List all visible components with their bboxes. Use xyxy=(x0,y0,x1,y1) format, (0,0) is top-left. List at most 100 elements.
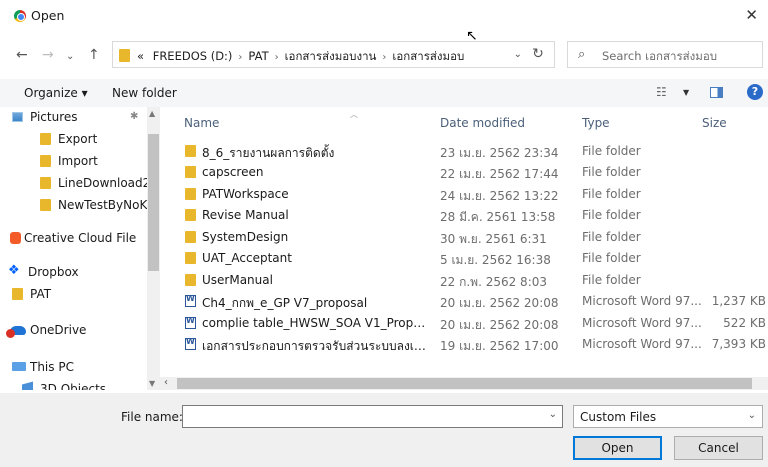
sidebar-item-label: Creative Cloud File xyxy=(24,231,137,245)
organize-button[interactable]: Organize ▾ xyxy=(24,86,88,100)
table-row[interactable]: 8_6_รายงานผลการติดตั้ง 23 เม.ย. 2562 23:… xyxy=(160,141,768,162)
sidebar-item-dropbox[interactable]: ❖ Dropbox xyxy=(0,262,147,283)
up-arrow-icon[interactable]: ↑ xyxy=(88,47,100,63)
refresh-icon[interactable]: ↻ xyxy=(523,41,553,68)
navigation-scrollbar[interactable]: ▲ ▼ xyxy=(147,107,160,390)
file-name: Ch4_กกพ_e_GP V7_proposal xyxy=(202,296,368,310)
file-size: 522 KB xyxy=(723,316,766,330)
table-row[interactable]: complie table_HWSW_SOA V1_Proposal 20 เม… xyxy=(160,313,768,334)
sidebar-item-pat[interactable]: PAT xyxy=(0,284,147,305)
chevron-down-icon[interactable]: ⌄ xyxy=(748,410,756,421)
chevron-down-icon[interactable]: ⌄ xyxy=(549,409,557,420)
pin-icon[interactable]: ✱ xyxy=(130,111,138,122)
file-type: File folder xyxy=(582,187,641,201)
sidebar-item-export[interactable]: Export xyxy=(0,129,147,150)
chevron-right-icon[interactable]: › xyxy=(238,52,242,63)
sidebar-item-import[interactable]: Import xyxy=(0,151,147,172)
folder-icon xyxy=(40,155,51,167)
computer-icon xyxy=(12,362,26,371)
sidebar-item-label: OneDrive xyxy=(30,323,87,337)
sidebar-item-label: Export xyxy=(58,132,98,146)
file-type: File folder xyxy=(582,165,641,179)
file-type-select[interactable]: Custom Files ⌄ xyxy=(573,405,763,428)
sidebar-item-onedrive[interactable]: OneDrive xyxy=(0,320,147,341)
folder-icon xyxy=(185,231,196,243)
file-type: Microsoft Word 97... xyxy=(582,294,702,308)
file-name: PATWorkspace xyxy=(202,187,289,201)
word-document-icon xyxy=(185,337,196,350)
address-bar[interactable]: « FREEDOS (D:) › PAT › เอกสารส่งมอบงาน › เอกสา… xyxy=(112,41,555,68)
close-icon[interactable]: ✕ xyxy=(745,6,758,24)
scroll-left-arrow-icon[interactable]: ‹ xyxy=(164,377,168,388)
scrollbar-thumb[interactable] xyxy=(177,378,752,389)
sidebar-item-3d-objects[interactable]: 3D Objects xyxy=(0,379,147,390)
view-dropdown-chevron-icon[interactable]: ▼ xyxy=(683,88,689,97)
table-row[interactable]: capscreen 22 เม.ย. 2562 17:44 File folde… xyxy=(160,162,768,183)
folder-icon xyxy=(185,188,196,200)
view-options-icon[interactable]: ☷ xyxy=(656,85,667,99)
breadcrumb-item-drive[interactable]: FREEDOS (D:) xyxy=(153,49,233,63)
column-header-name[interactable]: Name xyxy=(184,116,219,130)
breadcrumb-item-handover-docs[interactable]: เอกสารส่งมอบงาน xyxy=(285,49,377,63)
folder-icon xyxy=(185,252,196,264)
folder-icon xyxy=(40,177,51,189)
table-row[interactable]: UserManual 22 ก.พ. 2562 8:03 File folder xyxy=(160,270,768,291)
breadcrumb-item-current[interactable]: เอกสารส่งมอบ xyxy=(392,49,464,63)
file-name: Revise Manual xyxy=(202,208,289,222)
column-header-date-modified[interactable]: Date modified xyxy=(440,116,525,130)
table-row[interactable]: Revise Manual 28 มี.ค. 2561 13:58 File f… xyxy=(160,205,768,226)
folder-icon xyxy=(119,49,130,62)
sidebar-item-pictures[interactable]: Pictures ✱ xyxy=(0,107,147,128)
word-document-icon xyxy=(185,294,196,307)
file-date: 5 เม.ย. 2562 16:38 xyxy=(440,253,551,267)
column-header-type[interactable]: Type xyxy=(582,116,610,130)
horizontal-scrollbar[interactable]: ‹ xyxy=(160,377,768,390)
preview-pane-icon[interactable] xyxy=(710,87,723,98)
file-date: 20 เม.ย. 2562 20:08 xyxy=(440,318,559,332)
file-name: UAT_Acceptant xyxy=(202,251,292,265)
file-type: File folder xyxy=(582,208,641,222)
address-dropdown-chevron-icon[interactable]: ⌄ xyxy=(514,49,522,60)
chevron-right-icon[interactable]: › xyxy=(382,52,386,63)
sidebar-item-this-pc[interactable]: This PC xyxy=(0,357,147,378)
recent-locations-chevron-icon[interactable]: ⌄ xyxy=(66,51,74,62)
file-type: File folder xyxy=(582,251,641,265)
address-row: ← → ⌄ ↑ « FREEDOS (D:) › PAT › เอกสารส่งมอบง… xyxy=(0,38,768,72)
search-input[interactable]: ⌕ Search เอกสารส่งมอบ xyxy=(567,41,763,68)
file-date: 22 เม.ย. 2562 17:44 xyxy=(440,167,559,181)
file-date: 22 ก.พ. 2562 8:03 xyxy=(440,275,548,289)
sidebar-item-creative-cloud[interactable]: Creative Cloud File xyxy=(0,228,147,249)
file-name-input[interactable]: ⌄ xyxy=(182,405,563,428)
new-folder-button[interactable]: New folder xyxy=(112,86,177,100)
table-row[interactable]: SystemDesign 30 พ.ย. 2561 6:31 File fold… xyxy=(160,227,768,248)
breadcrumb-overflow[interactable]: « xyxy=(137,49,144,63)
file-type: File folder xyxy=(582,230,641,244)
sidebar-item-label: Dropbox xyxy=(28,265,79,279)
scrollbar-thumb[interactable] xyxy=(148,134,159,271)
table-row[interactable]: PATWorkspace 24 เม.ย. 2562 13:22 File fo… xyxy=(160,184,768,205)
forward-arrow-icon[interactable]: → xyxy=(42,47,54,63)
file-type: File folder xyxy=(582,144,641,158)
file-type: Microsoft Word 97... xyxy=(582,337,702,351)
file-date: 30 พ.ย. 2561 6:31 xyxy=(440,232,547,246)
table-row[interactable]: เอกสารประกอบการตรวจรับส่วนระบบลงเวลา S..… xyxy=(160,334,768,355)
chevron-right-icon[interactable]: › xyxy=(275,52,279,63)
folder-icon xyxy=(185,166,196,178)
table-row[interactable]: UAT_Acceptant 5 เม.ย. 2562 16:38 File fo… xyxy=(160,248,768,269)
cancel-button[interactable]: Cancel xyxy=(674,436,763,460)
sidebar-item-newtestbynok[interactable]: NewTestByNoK xyxy=(0,195,147,216)
help-icon[interactable]: ? xyxy=(747,84,763,100)
file-date: 28 มี.ค. 2561 13:58 xyxy=(440,210,556,224)
open-button[interactable]: Open xyxy=(573,436,662,460)
column-header-size[interactable]: Size xyxy=(702,116,727,130)
search-icon: ⌕ xyxy=(578,47,586,62)
back-arrow-icon[interactable]: ← xyxy=(16,47,28,63)
breadcrumb-item-pat[interactable]: PAT xyxy=(248,49,268,63)
table-row[interactable]: Ch4_กกพ_e_GP V7_proposal 20 เม.ย. 2562 2… xyxy=(160,291,768,312)
scroll-up-arrow-icon[interactable]: ▲ xyxy=(149,109,155,118)
scroll-down-arrow-icon[interactable]: ▼ xyxy=(149,379,155,388)
file-name: capscreen xyxy=(202,165,264,179)
file-name-bar: File name: ⌄ Custom Files ⌄ Open Cancel xyxy=(0,393,768,467)
navigation-pane: Pictures ✱ Export Import LineDownload20 … xyxy=(0,107,160,390)
sidebar-item-linedownload[interactable]: LineDownload20 xyxy=(0,173,147,194)
